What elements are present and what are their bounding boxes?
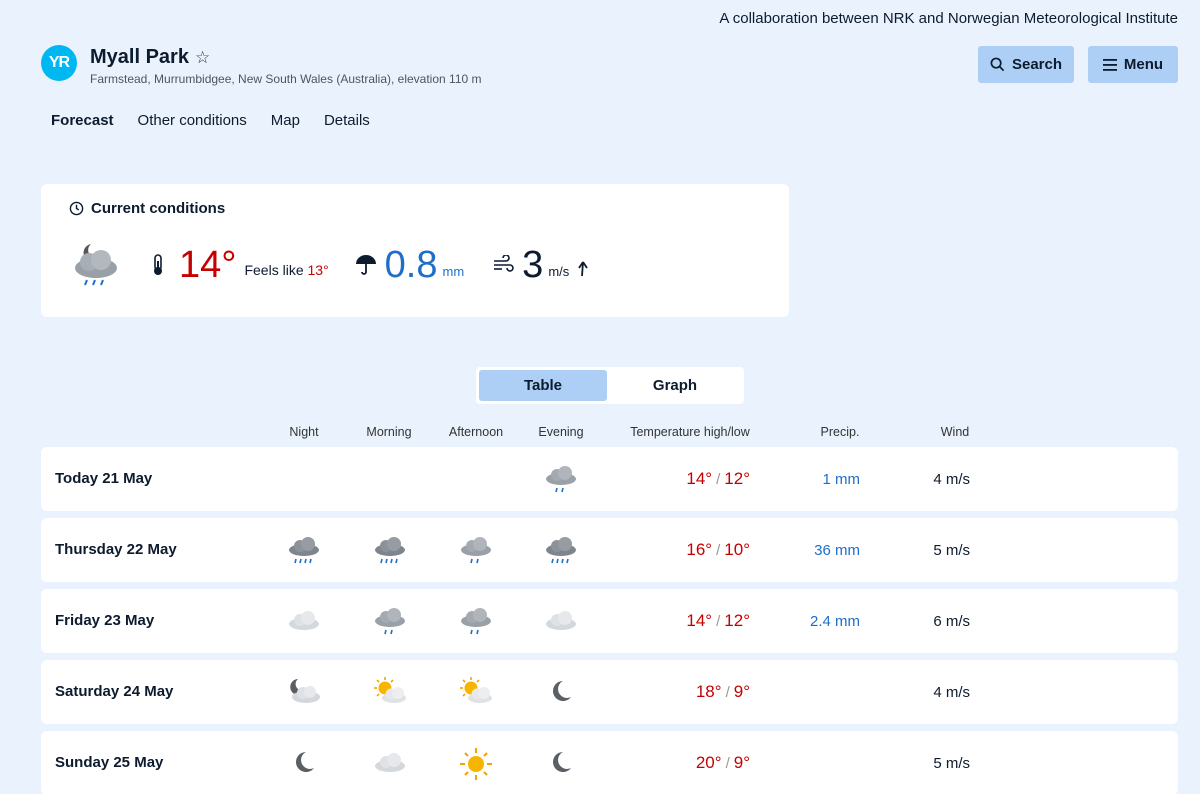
wind-unit: m/s [548, 263, 570, 279]
rain-light-icon [458, 533, 494, 567]
rain-light-icon [372, 604, 408, 638]
yr-logo[interactable]: YR [41, 45, 77, 81]
forecast-row[interactable]: Today 21 May 14°/12° 1 mm 4 m/s [41, 447, 1178, 511]
clock-icon [69, 201, 84, 216]
forecast-day: Today 21 May [55, 470, 153, 487]
temperature-high-low: 14°/12° [610, 469, 750, 489]
current-precipitation: 0.8 [384, 243, 438, 286]
moon-icon [543, 675, 579, 709]
temperature-low: 9° [733, 753, 750, 772]
temperature-separator: / [725, 684, 730, 701]
sun-cloud-icon [458, 675, 494, 709]
col-wind: Wind [940, 425, 970, 439]
temperature-high: 16° [686, 540, 713, 559]
tab-other-conditions[interactable]: Other conditions [138, 112, 247, 129]
precipitation-unit: mm [442, 263, 465, 279]
view-toggle: Table Graph [476, 367, 744, 404]
feels-like: Feels like 13° [244, 262, 328, 278]
menu-label: Menu [1123, 56, 1164, 73]
forecast-row[interactable]: Saturday 24 May 18°/9° 4 m/s [41, 660, 1178, 724]
forecast-row[interactable]: Sunday 25 May 20°/9° 5 m/s [41, 731, 1178, 794]
temperature-high: 14° [686, 469, 713, 488]
temperature-separator: / [716, 471, 721, 488]
temperature-high-low: 14°/12° [610, 611, 750, 631]
feels-like-label: Feels like [244, 262, 304, 278]
wind-value: 4 m/s [933, 471, 970, 488]
collaboration-text: A collaboration between NRK and Norwegia… [719, 10, 1178, 27]
temperature-high-low: 18°/9° [610, 682, 750, 702]
wind-value: 6 m/s [933, 613, 970, 630]
wind-value: 4 m/s [933, 684, 970, 701]
temperature-low: 10° [724, 540, 750, 559]
rain-heavy-icon [286, 533, 322, 567]
temperature-high: 14° [686, 611, 713, 630]
temperature-low: 9° [733, 682, 750, 701]
forecast-row[interactable]: Friday 23 May 14°/12° 2.4 mm 6 m/s [41, 589, 1178, 653]
precipitation-value: 1 mm [822, 471, 861, 488]
location-subtitle: Farmstead, Murrumbidgee, New South Wales… [90, 72, 482, 86]
rain-heavy-icon [543, 533, 579, 567]
nav-tabs: Forecast Other conditions Map Details [51, 112, 370, 129]
cloud-icon [543, 604, 579, 638]
current-conditions-card: Current conditions 14° Feels like 13° 0.… [41, 184, 789, 317]
cloud-icon [286, 604, 322, 638]
rain-light-icon [458, 604, 494, 638]
table-toggle-button[interactable]: Table [479, 370, 607, 401]
cloud-icon [372, 746, 408, 780]
wind-direction-arrow-icon [578, 261, 589, 277]
feels-like-value: 13° [307, 262, 329, 278]
temperature-high: 18° [695, 682, 722, 701]
col-morning: Morning [366, 425, 412, 439]
rain-heavy-icon [372, 533, 408, 567]
moon-cloud-icon [286, 675, 322, 709]
col-afternoon: Afternoon [448, 425, 504, 439]
menu-button[interactable]: Menu [1088, 46, 1178, 83]
forecast-day: Friday 23 May [55, 612, 155, 629]
graph-toggle-button[interactable]: Graph [611, 370, 739, 401]
temperature-low: 12° [724, 469, 750, 488]
current-temperature: 14° [179, 243, 237, 286]
temperature-separator: / [725, 755, 730, 772]
umbrella-icon [355, 255, 376, 275]
forecast-row[interactable]: Thursday 22 May 16°/10° 36 mm 5 m/s [41, 518, 1178, 582]
forecast-day: Saturday 24 May [55, 683, 174, 700]
forecast-day: Thursday 22 May [55, 541, 177, 558]
temperature-separator: / [716, 613, 721, 630]
moon-icon [286, 746, 322, 780]
precipitation-value: 2.4 mm [809, 613, 860, 630]
search-label: Search [1011, 56, 1063, 73]
tab-details[interactable]: Details [324, 112, 370, 129]
temperature-low: 12° [724, 611, 750, 630]
wind-value: 5 m/s [933, 542, 970, 559]
forecast-day: Sunday 25 May [55, 754, 164, 771]
temperature-high: 20° [695, 753, 722, 772]
col-temperature: Temperature high/low [630, 425, 750, 439]
search-button[interactable]: Search [978, 46, 1074, 83]
hamburger-icon [1102, 58, 1117, 71]
search-icon [990, 57, 1005, 72]
thermometer-icon [154, 254, 162, 275]
tab-forecast[interactable]: Forecast [51, 112, 114, 129]
sun-icon [458, 746, 494, 780]
location-name: Myall Park [90, 46, 189, 68]
location-header: Myall Park ☆ Farmstead, Murrumbidgee, Ne… [90, 46, 482, 86]
wind-value: 5 m/s [933, 755, 970, 772]
col-precipitation: Precip. [820, 425, 860, 439]
current-conditions-heading: Current conditions [91, 200, 226, 217]
current-wind-speed: 3 [522, 243, 544, 286]
col-night: Night [289, 425, 319, 439]
col-evening: Evening [538, 425, 584, 439]
moon-icon [543, 746, 579, 780]
star-icon[interactable]: ☆ [195, 48, 210, 68]
precipitation-value: 36 mm [814, 542, 860, 559]
wind-icon [494, 255, 514, 272]
rain-light-icon [543, 462, 579, 496]
temperature-separator: / [716, 542, 721, 559]
sun-cloud-icon [372, 675, 408, 709]
moon-rain-icon [75, 244, 117, 286]
temperature-high-low: 16°/10° [610, 540, 750, 560]
temperature-high-low: 20°/9° [610, 753, 750, 773]
tab-map[interactable]: Map [271, 112, 300, 129]
